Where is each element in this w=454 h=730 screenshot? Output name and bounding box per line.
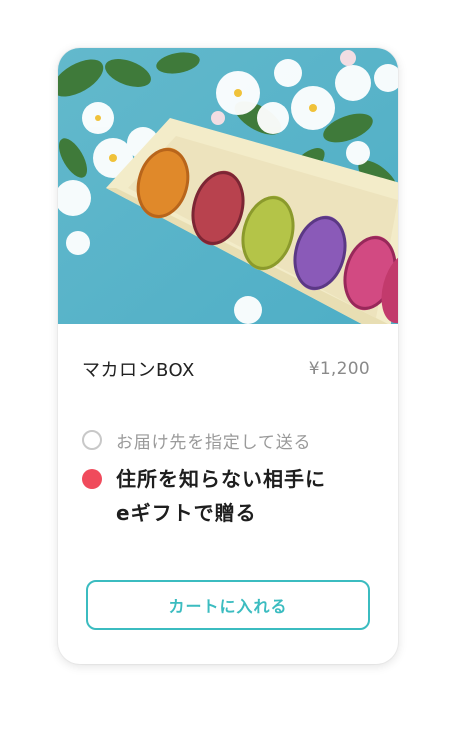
product-card: マカロンBOX ¥1,200 お届け先を指定して送る 住所を知らない相手に eギ… [58, 48, 398, 664]
option-label: お届け先を指定して送る [116, 433, 312, 453]
radio-unselected[interactable] [82, 430, 102, 450]
option-label-selected: 住所を知らない相手に eギフトで贈る [116, 462, 326, 530]
option-label-line2: eギフトで贈る [116, 501, 257, 525]
option-label-line1: 住所を知らない相手に [116, 467, 326, 491]
radio-selected[interactable] [82, 469, 102, 489]
product-info-row: マカロンBOX ¥1,200 [82, 356, 370, 382]
option-send-to-address[interactable]: お届け先を指定して送る [82, 428, 380, 453]
product-price: ¥1,200 [308, 359, 370, 379]
option-egift[interactable]: 住所を知らない相手に eギフトで贈る [82, 466, 380, 530]
add-to-cart-button[interactable]: カートに入れる [86, 580, 370, 630]
product-image [58, 48, 398, 324]
product-name: マカロンBOX [82, 360, 195, 381]
